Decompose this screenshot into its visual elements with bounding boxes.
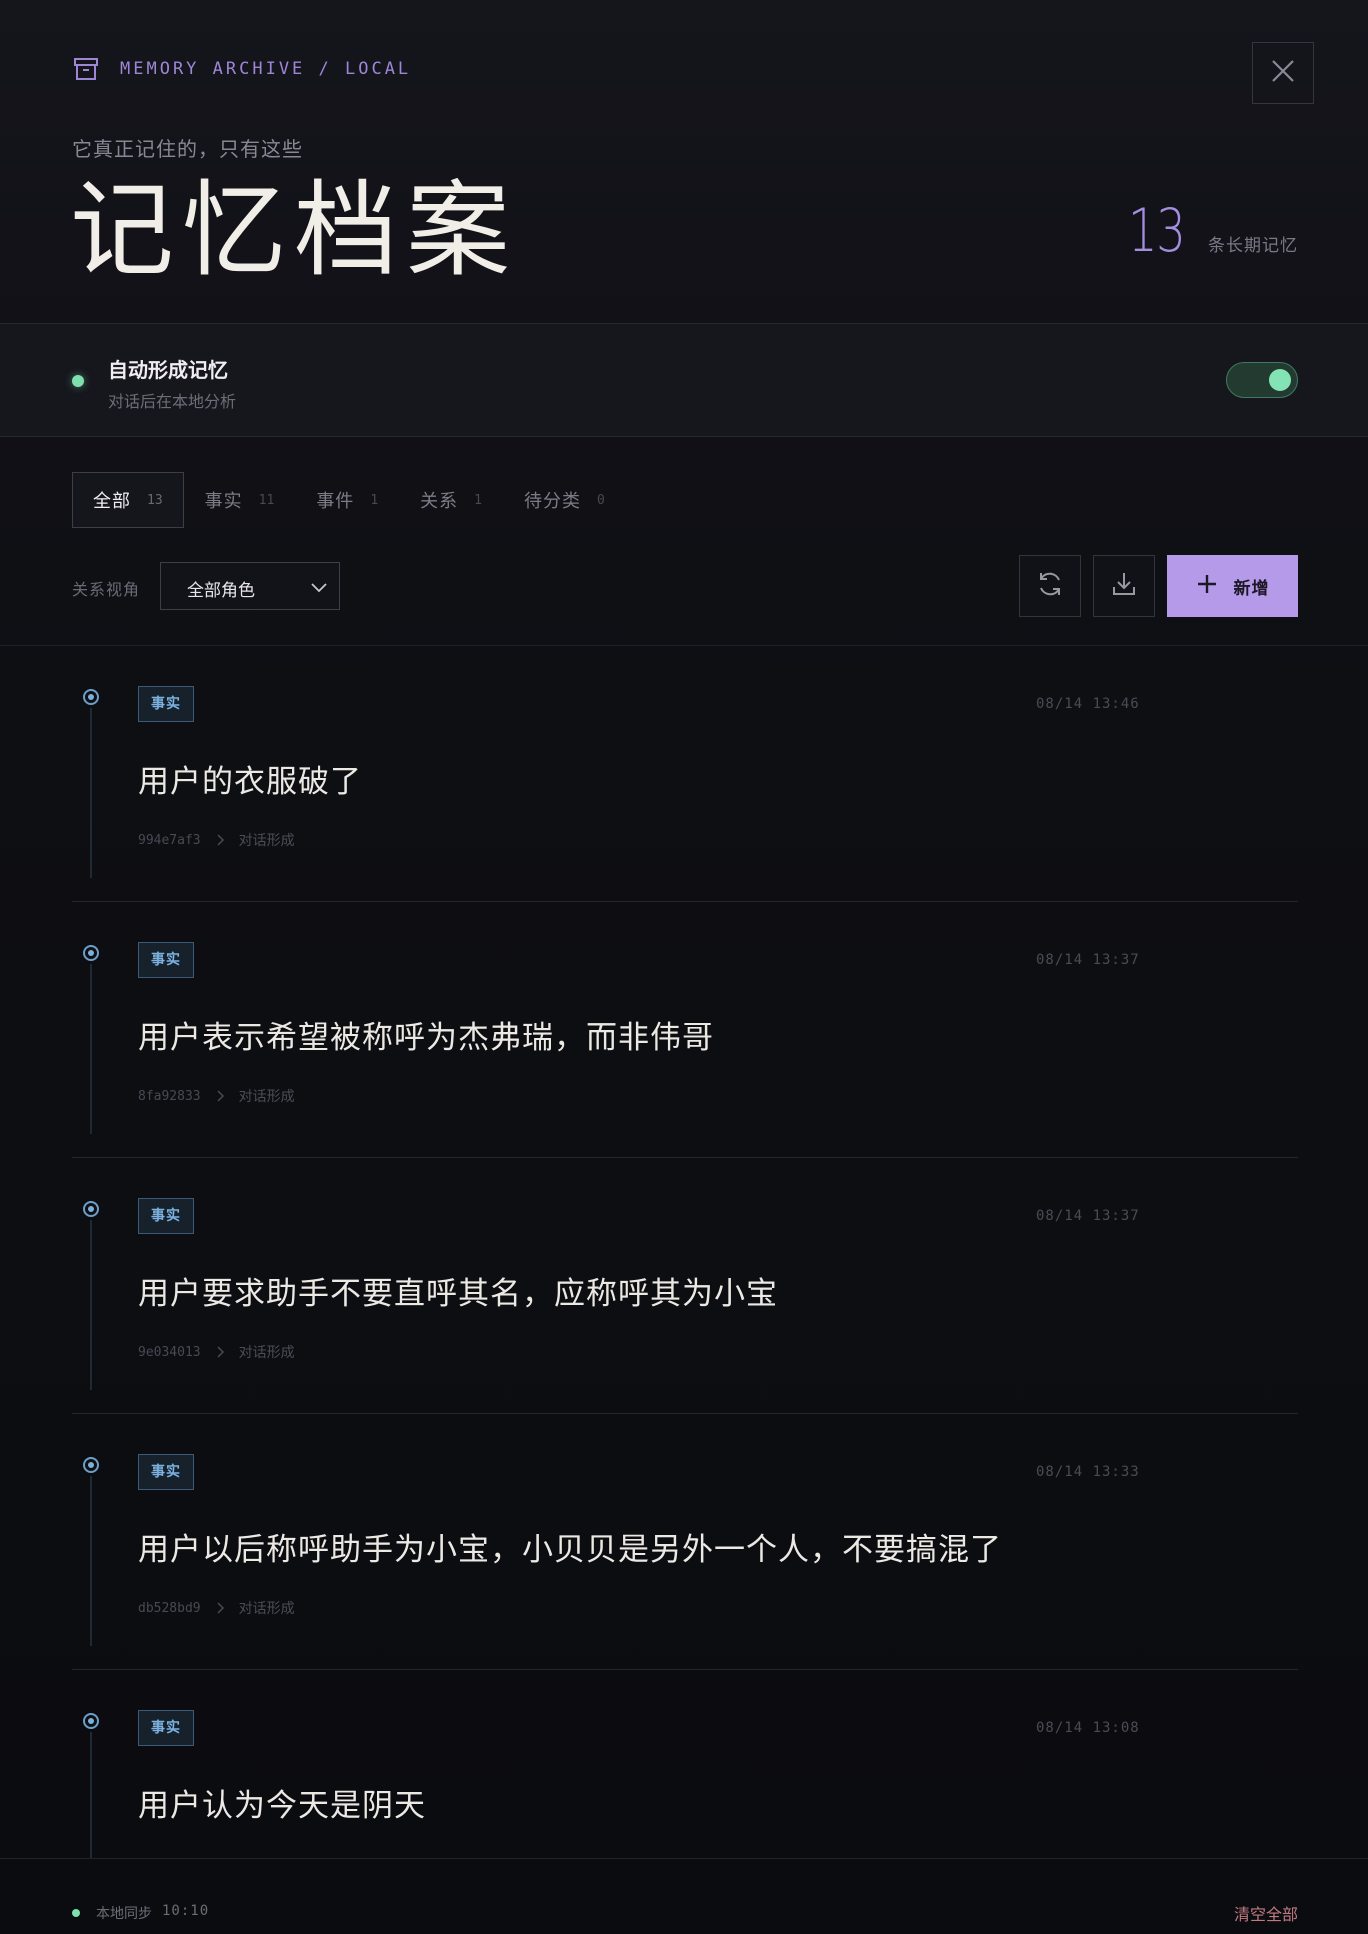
- memory-text: 用户以后称呼助手为小宝，小贝贝是另外一个人，不要搞混了: [138, 1532, 1002, 1568]
- timeline-line: [90, 1220, 92, 1390]
- timeline-node-icon: [83, 689, 99, 705]
- timeline-line: [90, 1476, 92, 1646]
- memory-timestamp: 08/14 13:08: [1036, 1720, 1140, 1736]
- memory-text: 用户的衣服破了: [138, 764, 362, 800]
- memory-count-number: 13: [1127, 196, 1186, 266]
- tab-label: 事实: [204, 491, 243, 512]
- memory-source: 对话形成: [238, 833, 295, 849]
- refresh-button[interactable]: [1019, 555, 1081, 617]
- tab-relations[interactable]: 关系 1: [399, 472, 503, 528]
- memory-type-badge: 事实: [138, 942, 194, 978]
- export-button[interactable]: [1093, 555, 1155, 617]
- memory-id: 9e034013: [138, 1344, 201, 1360]
- status-dot: [72, 375, 84, 387]
- memory-timestamp: 08/14 13:46: [1036, 696, 1140, 712]
- download-icon: [1109, 569, 1139, 603]
- memory-id: 8fa92833: [138, 1088, 201, 1104]
- memory-item[interactable]: 事实 08/14 13:46 用户的衣服破了 994e7af3 对话形成: [72, 646, 1298, 902]
- chevron-right-icon: [215, 1343, 225, 1362]
- memory-id: db528bd9: [138, 1600, 201, 1616]
- memory-timestamp: 08/14 13:37: [1036, 1208, 1140, 1224]
- page-subtitle: 它真正记住的，只有这些: [72, 137, 303, 161]
- tab-facts[interactable]: 事实 11: [184, 472, 296, 528]
- breadcrumb-label: MEMORY ARCHIVE / LOCAL: [120, 59, 412, 79]
- memory-item[interactable]: 事实 08/14 13:33 用户以后称呼助手为小宝，小贝贝是另外一个人，不要搞…: [72, 1414, 1298, 1670]
- chevron-right-icon: [215, 1599, 225, 1618]
- close-icon: [1270, 58, 1296, 88]
- timeline-node-icon: [83, 945, 99, 961]
- tab-label: 待分类: [523, 491, 581, 512]
- role-select-value: 全部角色: [187, 581, 255, 601]
- tab-uncategorized[interactable]: 待分类 0: [503, 472, 626, 528]
- category-tabs: 全部 13 事实 11 事件 1 关系 1 待分类 0: [72, 472, 626, 528]
- timeline-node-icon: [83, 1713, 99, 1729]
- sync-status: 本地同步 10:10: [96, 1903, 209, 1923]
- memory-type-badge: 事实: [138, 1710, 194, 1746]
- memory-meta: db528bd9 对话形成: [138, 1598, 295, 1618]
- chevron-down-icon: [309, 577, 329, 601]
- auto-memory-toggle[interactable]: [1226, 362, 1298, 398]
- auto-memory-title: 自动形成记忆: [108, 358, 228, 382]
- role-select[interactable]: 全部角色: [160, 562, 340, 610]
- memory-meta: 8fa92833 对话形成: [138, 1086, 295, 1106]
- tab-label: 全部: [93, 491, 131, 512]
- memory-type-badge: 事实: [138, 686, 194, 722]
- memory-source: 对话形成: [238, 1089, 295, 1105]
- memory-id: 994e7af3: [138, 832, 201, 848]
- tab-events[interactable]: 事件 1: [295, 472, 399, 528]
- memory-type-badge: 事实: [138, 1454, 194, 1490]
- chevron-right-icon: [215, 1087, 225, 1106]
- tab-count: 1: [370, 492, 379, 508]
- clear-all-button[interactable]: 清空全部: [1234, 1901, 1298, 1925]
- memory-timestamp: 08/14 13:33: [1036, 1464, 1140, 1480]
- timeline-node-icon: [83, 1457, 99, 1473]
- memory-item[interactable]: 事实 08/14 13:37 用户表示希望被称呼为杰弗瑞，而非伟哥 8fa928…: [72, 902, 1298, 1158]
- tab-count: 0: [596, 492, 605, 508]
- sync-label: 本地同步: [96, 1906, 152, 1922]
- relation-view-label: 关系视角: [72, 580, 141, 599]
- toggle-knob: [1269, 369, 1291, 391]
- memory-type-badge: 事实: [138, 1198, 194, 1234]
- memory-text: 用户认为今天是阴天: [138, 1788, 426, 1824]
- tab-label: 事件: [316, 491, 355, 512]
- page-title: 记忆档案: [70, 169, 519, 291]
- add-memory-label: 新增: [1233, 578, 1270, 599]
- tab-count: 13: [147, 492, 163, 508]
- timeline-node-icon: [83, 1201, 99, 1217]
- archive-box-icon: [72, 55, 100, 83]
- plus-icon: [1196, 573, 1218, 599]
- chevron-right-icon: [215, 831, 225, 850]
- sync-time: 10:10: [162, 1903, 210, 1919]
- timeline-line: [90, 708, 92, 878]
- memory-text: 用户要求助手不要直呼其名，应称呼其为小宝: [138, 1276, 778, 1312]
- memory-archive-panel: MEMORY ARCHIVE / LOCAL 它真正记住的，只有这些 记忆档案 …: [0, 0, 1368, 1934]
- auto-memory-setting: 自动形成记忆 对话后在本地分析: [0, 323, 1368, 437]
- refresh-icon: [1035, 569, 1065, 603]
- close-button[interactable]: [1252, 42, 1314, 104]
- memory-source: 对话形成: [238, 1601, 295, 1617]
- memory-item[interactable]: 事实 08/14 13:37 用户要求助手不要直呼其名，应称呼其为小宝 9e03…: [72, 1158, 1298, 1414]
- memory-count: 13 条长期记忆: [1112, 200, 1298, 262]
- tab-count: 1: [474, 492, 482, 508]
- memory-timestamp: 08/14 13:37: [1036, 952, 1140, 968]
- memory-meta: 994e7af3 对话形成: [138, 830, 295, 850]
- auto-memory-description: 对话后在本地分析: [108, 392, 237, 411]
- add-memory-button[interactable]: 新增: [1167, 555, 1298, 617]
- memory-source: 对话形成: [238, 1345, 295, 1361]
- memory-text: 用户表示希望被称呼为杰弗瑞，而非伟哥: [138, 1020, 714, 1056]
- breadcrumb: MEMORY ARCHIVE / LOCAL: [72, 54, 411, 84]
- tab-count: 11: [258, 492, 275, 508]
- tab-label: 关系: [420, 491, 459, 512]
- memory-meta: 9e034013 对话形成: [138, 1342, 295, 1362]
- tab-all[interactable]: 全部 13: [72, 472, 184, 528]
- footer: 本地同步 10:10 清空全部: [0, 1858, 1368, 1934]
- memory-count-label: 条长期记忆: [1208, 236, 1298, 256]
- sync-status-dot: [72, 1909, 80, 1917]
- timeline-line: [90, 964, 92, 1134]
